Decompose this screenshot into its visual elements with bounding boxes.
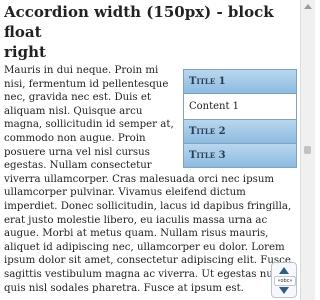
accordion-header-title-3[interactable]: Title 3	[184, 143, 296, 167]
accordion-panel-text: Content 1	[189, 101, 240, 112]
accordion: Title 1 Content 1 Title 2 Title 3	[183, 69, 297, 168]
accordion-header-label: Title 3	[189, 150, 226, 161]
scroll-up-arrow-icon[interactable]	[304, 4, 312, 9]
vertical-scrollbar[interactable]	[300, 0, 315, 300]
accordion-header-label: Title 1	[189, 76, 226, 87]
nav-widget-label[interactable]: «obc»	[274, 276, 296, 286]
page-title: Accordion width (150px) - block float ri…	[4, 2, 301, 62]
triangle-up-icon[interactable]	[279, 267, 289, 274]
scrollbar-thumb[interactable]	[304, 146, 311, 154]
accordion-header-title-2[interactable]: Title 2	[184, 119, 296, 143]
page-nav-widget: «obc»	[271, 262, 297, 298]
page-content: Accordion width (150px) - block float ri…	[4, 0, 301, 300]
accordion-panel-content-1: Content 1	[184, 93, 296, 119]
triangle-down-icon[interactable]	[279, 287, 289, 294]
page-title-line2: right	[4, 43, 46, 61]
accordion-header-label: Title 2	[189, 126, 226, 137]
page-title-line1: Accordion width (150px) - block float	[4, 3, 274, 41]
accordion-header-title-1[interactable]: Title 1	[184, 70, 296, 93]
